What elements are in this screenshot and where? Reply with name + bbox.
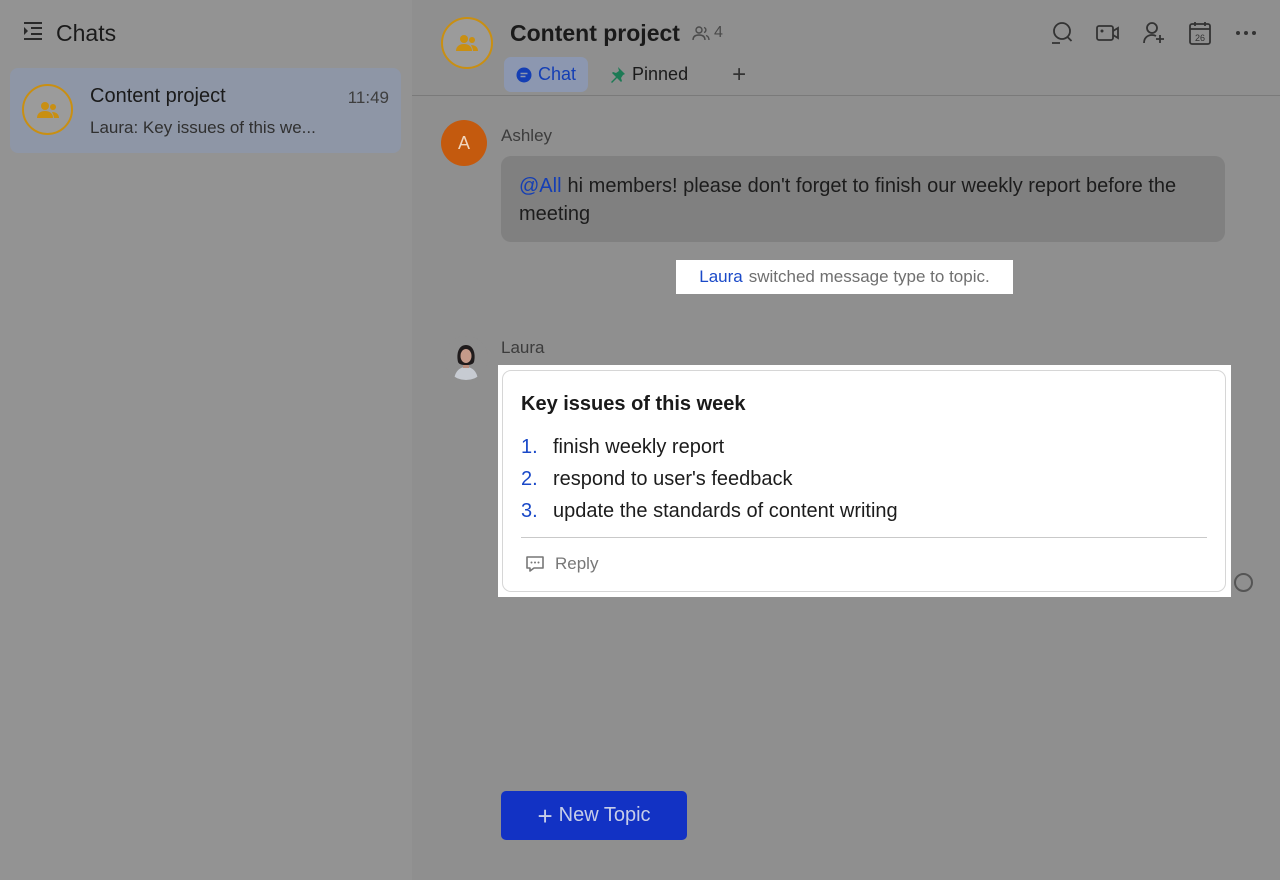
- group-avatar: [22, 84, 73, 135]
- message-text: hi members! please don't forget to finis…: [519, 175, 1177, 225]
- chat-tabs: Chat Pinned +: [504, 57, 756, 92]
- sender-name: Laura: [501, 338, 545, 357]
- list-item: 1. finish weekly report: [521, 431, 898, 463]
- list-item: 3. update the standards of content writin…: [521, 495, 898, 527]
- list-number: 2.: [521, 467, 538, 490]
- reply-button[interactable]: Reply: [525, 554, 598, 574]
- search-icon[interactable]: [1050, 20, 1074, 46]
- header-actions: 26: [1050, 20, 1258, 46]
- list-text: finish weekly report: [553, 435, 725, 458]
- reply-icon: [526, 556, 544, 572]
- chat-item-content-project[interactable]: Content project 11:49 Laura: Key issues …: [10, 68, 401, 153]
- sidebar-header: Chats: [22, 20, 116, 47]
- calendar-day: 26: [1195, 33, 1205, 43]
- system-actor[interactable]: Laura: [699, 267, 742, 287]
- avatar-laura[interactable]: [444, 336, 488, 380]
- new-topic-button[interactable]: + New Topic: [501, 791, 687, 840]
- message-bubble[interactable]: @All hi members! please don't forget to f…: [501, 156, 1225, 242]
- divider: [521, 537, 1207, 538]
- sidebar-toggle-icon[interactable]: [22, 21, 44, 46]
- tab-chat[interactable]: Chat: [504, 57, 589, 92]
- sidebar: Chats Content project 11:49 Laura: Key i…: [0, 0, 412, 880]
- list-text: respond to user's feedback: [553, 467, 793, 490]
- chat-preview: Laura: Key issues of this we...: [90, 118, 316, 137]
- tab-chat-label: Chat: [538, 64, 577, 84]
- page-title: Content project: [510, 20, 680, 46]
- list-item: 2. respond to user's feedback: [521, 463, 898, 495]
- members-icon: [692, 26, 710, 41]
- header-group-avatar[interactable]: [441, 17, 493, 69]
- system-message: Laura switched message type to topic.: [676, 260, 1013, 294]
- list-number: 3.: [521, 499, 538, 522]
- chat-bubble-icon: [516, 67, 532, 82]
- read-status-icon: [1234, 573, 1253, 592]
- avatar-ashley[interactable]: A: [441, 120, 487, 166]
- list-number: 1.: [521, 435, 538, 458]
- plus-icon: +: [537, 800, 553, 831]
- calendar-icon[interactable]: 26: [1188, 20, 1212, 46]
- list-text: update the standards of content writing: [553, 499, 898, 522]
- sidebar-title: Chats: [56, 20, 117, 46]
- system-text: switched message type to topic.: [748, 267, 990, 286]
- chat-time: 11:49: [347, 88, 389, 107]
- group-icon: [456, 35, 478, 51]
- topic-card[interactable]: Key issues of this week 1. finish weekly …: [502, 370, 1226, 592]
- chat-header: Content project 4 Chat Pinned + 26: [412, 0, 1280, 96]
- tab-pinned[interactable]: Pinned: [596, 57, 700, 92]
- add-tab-button[interactable]: +: [722, 57, 756, 92]
- sender-name: Ashley: [501, 126, 553, 145]
- tab-pinned-label: Pinned: [632, 64, 689, 84]
- mention-all[interactable]: @All: [519, 175, 562, 197]
- member-count-button[interactable]: 4: [692, 24, 723, 42]
- topic-highlight: Key issues of this week 1. finish weekly …: [498, 365, 1231, 597]
- reply-label: Reply: [555, 554, 599, 573]
- group-icon: [36, 101, 59, 118]
- topic-title: Key issues of this week: [521, 393, 746, 415]
- new-topic-label: New Topic: [558, 804, 651, 826]
- chat-panel: Content project 4 Chat Pinned + 26 A Ash…: [412, 0, 1280, 880]
- member-count: 4: [714, 24, 723, 41]
- chat-name: Content project: [90, 85, 226, 107]
- add-member-icon[interactable]: [1142, 20, 1166, 46]
- video-call-icon[interactable]: [1096, 20, 1120, 46]
- more-icon[interactable]: [1234, 20, 1258, 46]
- topic-list: 1. finish weekly report 2. respond to user…: [521, 431, 898, 527]
- pin-icon: [611, 66, 626, 83]
